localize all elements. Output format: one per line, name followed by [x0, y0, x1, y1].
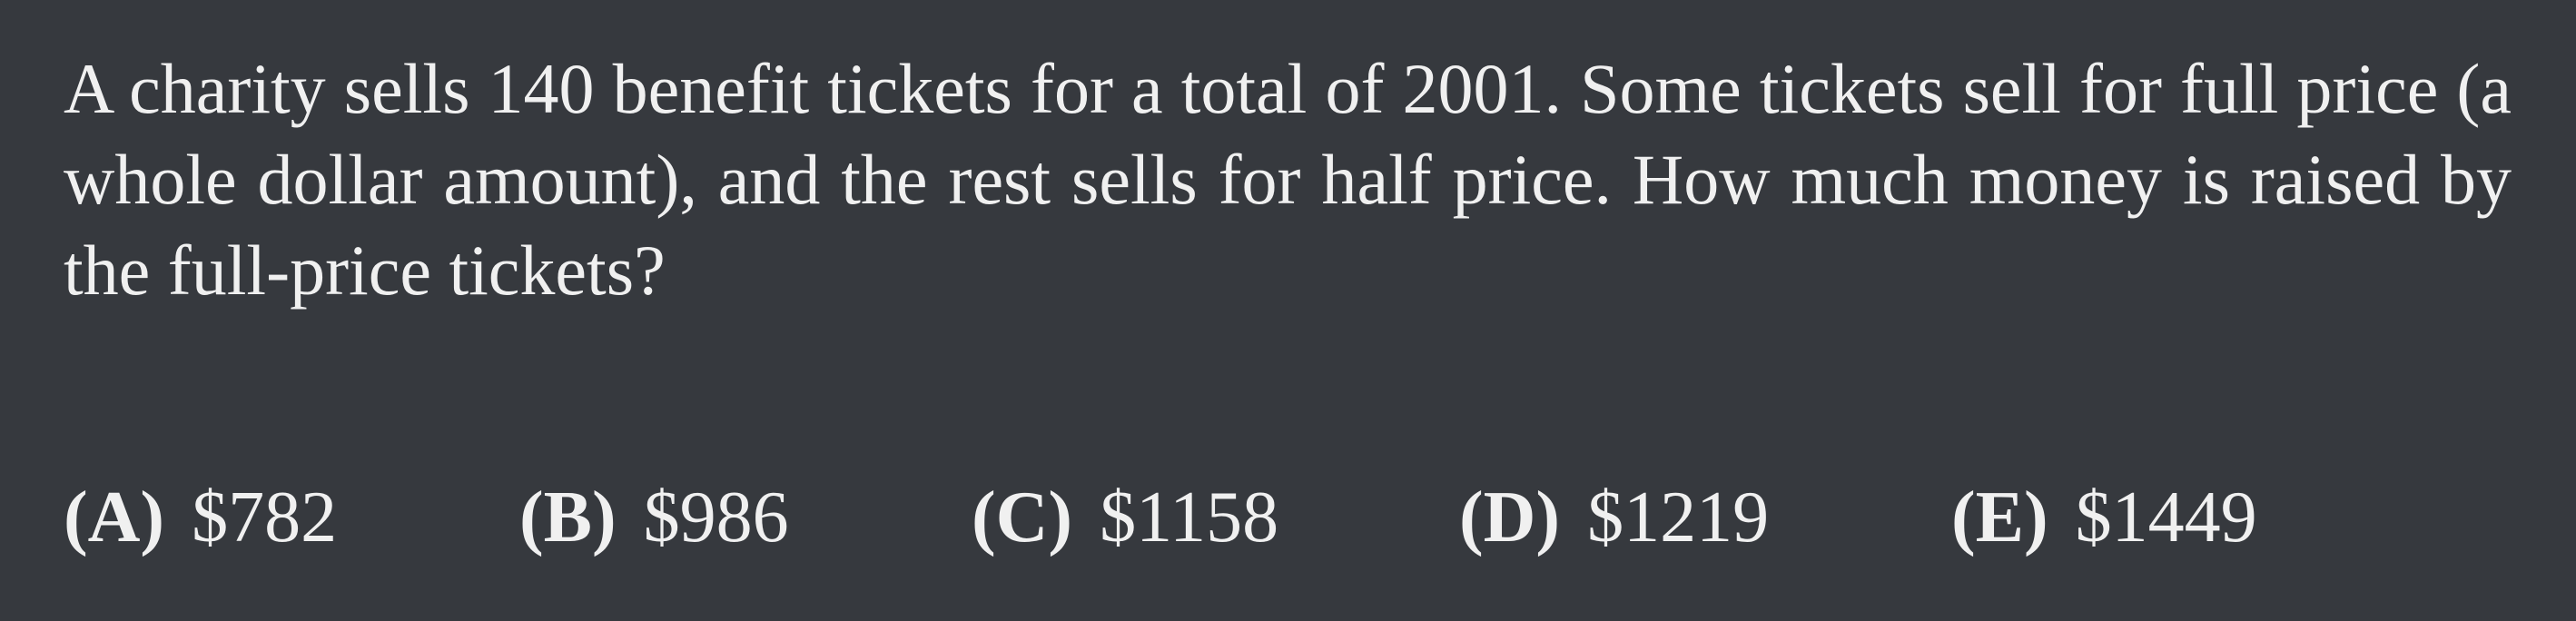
answer-choice-c: (C) $1158	[972, 472, 1278, 563]
choice-label: (E)	[1951, 478, 2048, 557]
choice-value: $986	[643, 478, 789, 557]
problem-statement: A charity sells 140 benefit tickets for …	[64, 49, 2512, 310]
choice-label: (C)	[972, 478, 1073, 557]
choice-value: $1219	[1587, 478, 1770, 557]
answer-choice-e: (E) $1449	[1951, 472, 2257, 563]
choice-label: (B)	[519, 478, 617, 557]
answer-choices: (A) $782 (B) $986 (C) $1158 (D) $1219 (E) $14…	[64, 472, 2533, 563]
choice-value: $1158	[1100, 478, 1279, 557]
answer-choice-b: (B) $986	[519, 472, 789, 563]
choice-value: $782	[192, 478, 338, 557]
choice-label: (D)	[1459, 478, 1561, 557]
answer-choice-d: (D) $1219	[1459, 472, 1769, 563]
choice-value: $1449	[2075, 478, 2257, 557]
choice-label: (A)	[64, 478, 165, 557]
answer-choice-a: (A) $782	[64, 472, 337, 563]
